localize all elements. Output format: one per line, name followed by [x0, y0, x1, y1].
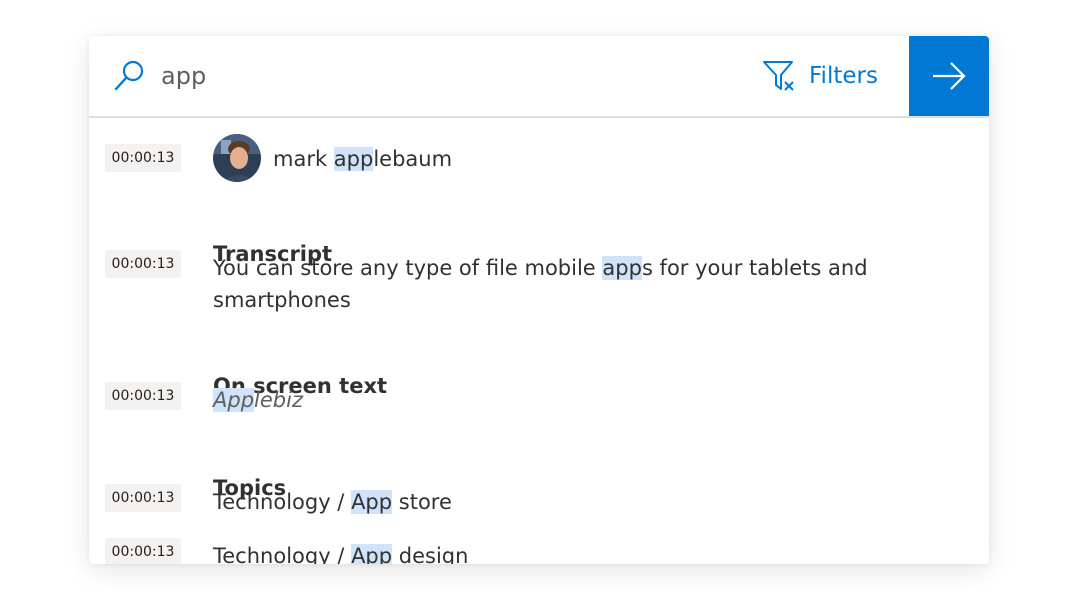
timestamp-badge[interactable]: 00:00:13 [105, 144, 181, 172]
name-text: mark [273, 147, 334, 171]
onscreen-text-line[interactable]: Applebiz [213, 384, 303, 416]
result-text: Technology / [213, 490, 352, 514]
timestamp-badge[interactable]: 00:00:13 [105, 250, 181, 278]
topic-line[interactable]: Technology / App store [213, 486, 452, 518]
search-results-card: Filters 00:00:13 mark applebaum [89, 36, 989, 564]
match-highlight: App [213, 388, 255, 412]
filters-label: Filters [809, 63, 878, 89]
search-bar: Filters [89, 36, 989, 118]
topic-line[interactable]: Technology / App design [213, 540, 468, 564]
search-input[interactable] [161, 56, 721, 96]
arrow-right-icon [933, 62, 966, 90]
match-highlight: app [602, 256, 642, 280]
result-text: You can store any type of file mobile [213, 256, 603, 280]
timestamp-badge[interactable]: 00:00:13 [105, 484, 181, 512]
result-text: s for your tablets and [641, 256, 868, 280]
timestamp-badge[interactable]: 00:00:13 [105, 538, 181, 564]
result-text: smartphones [213, 288, 351, 312]
result-text: Technology / [213, 544, 352, 564]
result-text: store [392, 490, 452, 514]
timestamp-badge[interactable]: 00:00:13 [105, 382, 181, 410]
match-highlight: App [351, 544, 393, 564]
results-list: 00:00:13 mark applebaum Transcript 00:00… [89, 118, 989, 564]
avatar [213, 134, 261, 182]
result-text: design [392, 544, 469, 564]
filters-button[interactable]: Filters [761, 58, 878, 94]
person-name[interactable]: mark applebaum [273, 143, 452, 175]
transcript-line[interactable]: You can store any type of file mobile ap… [213, 252, 868, 316]
match-highlight: App [351, 490, 393, 514]
go-button[interactable] [909, 36, 989, 116]
search-icon [114, 60, 144, 91]
result-text: lebiz [254, 388, 303, 412]
match-highlight: app [333, 147, 374, 171]
filter-clear-icon [763, 61, 794, 91]
name-text: lebaum [373, 147, 453, 171]
